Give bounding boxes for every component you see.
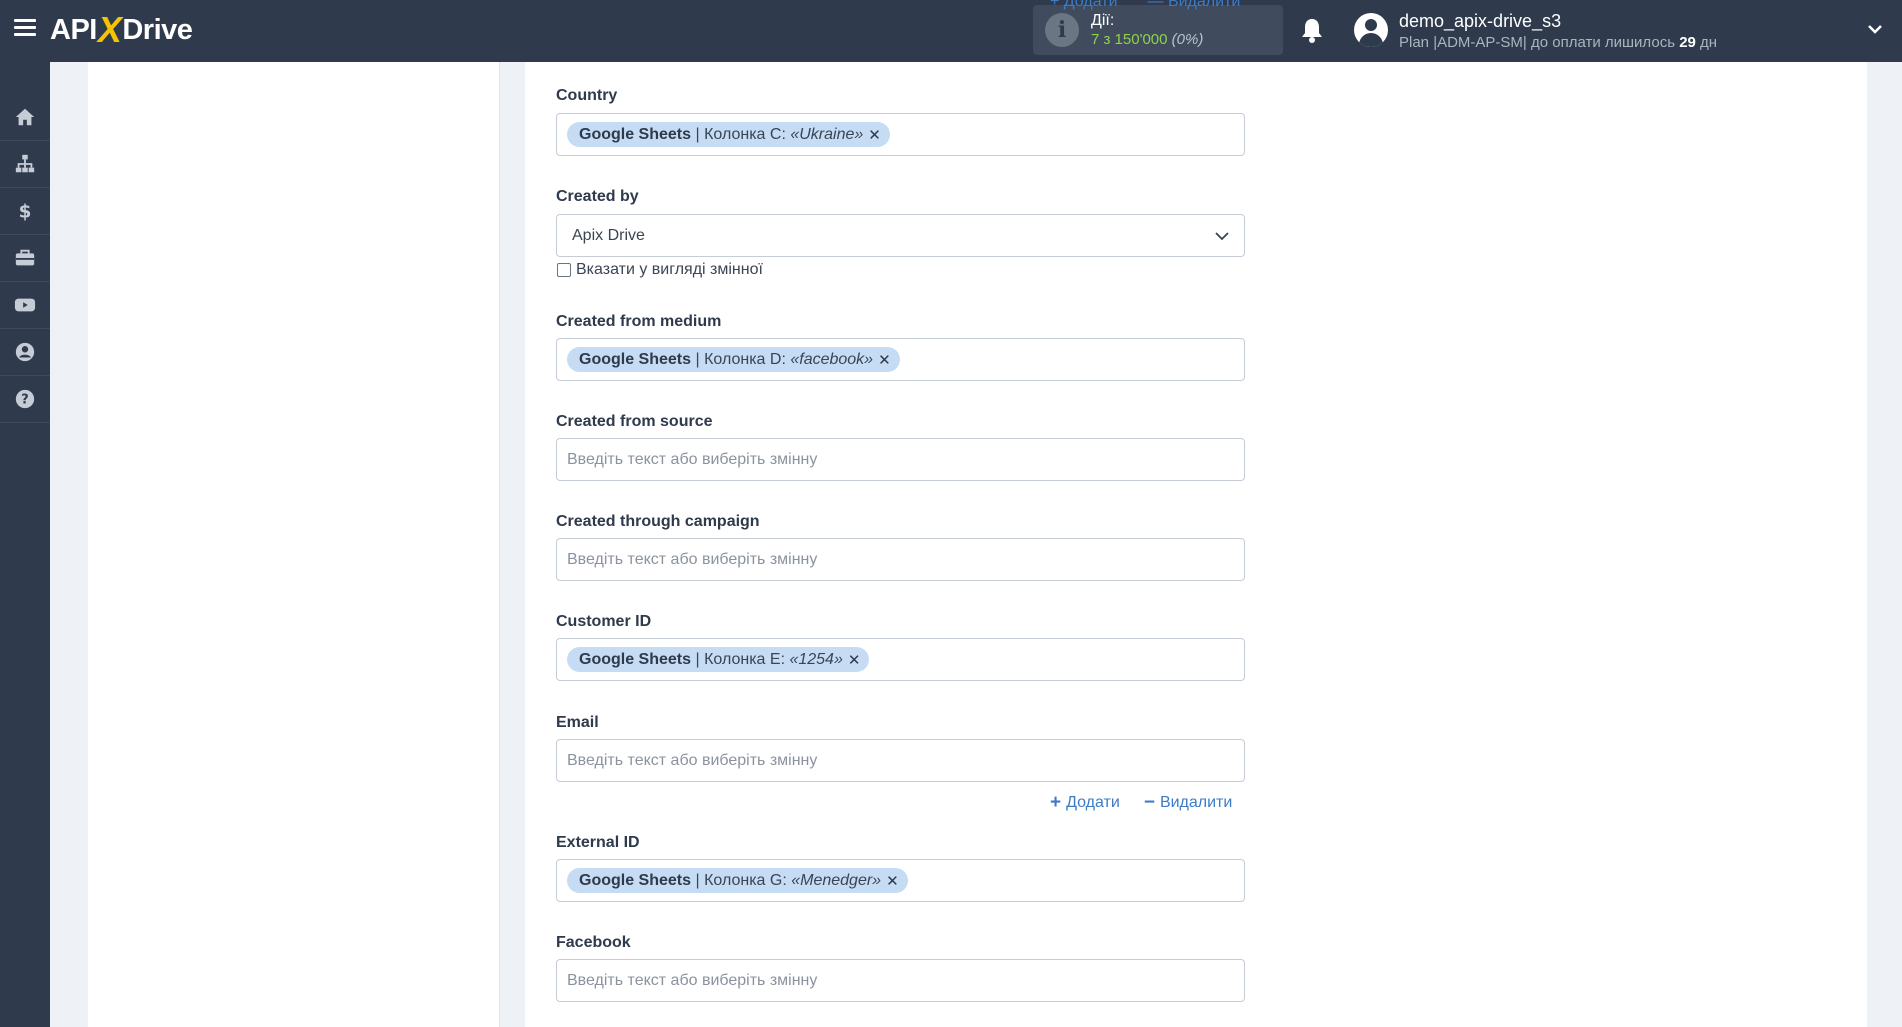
placeholder-text: Введіть текст або виберіть змінну bbox=[567, 550, 818, 568]
as-variable-row: Вказати у вигляді змінної bbox=[557, 261, 763, 279]
country-field[interactable]: Google Sheets | Колонка C: «Ukraine» ✕ bbox=[556, 113, 1245, 156]
days-unit: дн bbox=[1700, 34, 1718, 51]
email-field[interactable]: Введіть текст або виберіть змінну bbox=[556, 739, 1245, 782]
created-from-medium-field[interactable]: Google Sheets | Колонка D: «facebook» ✕ bbox=[556, 338, 1245, 381]
actions-count: 7 з 150'000 (0%) bbox=[1091, 30, 1203, 49]
tag-source: Google Sheets bbox=[579, 650, 692, 668]
plan-text: Plan |ADM-AP-SM| до оплати лишилось bbox=[1399, 34, 1676, 51]
avatar-icon[interactable] bbox=[1354, 13, 1388, 47]
variable-tag[interactable]: Google Sheets | Колонка C: «Ukraine» ✕ bbox=[567, 122, 890, 147]
youtube-icon[interactable] bbox=[0, 282, 50, 329]
top-bar: API X Drive i Дії: 7 з 150'000 (0%) demo_a… bbox=[0, 0, 1902, 62]
close-icon[interactable]: ✕ bbox=[878, 351, 891, 369]
variable-tag[interactable]: Google Sheets | Колонка D: «facebook» ✕ bbox=[567, 347, 900, 372]
created-through-campaign-label: Created through campaign bbox=[556, 513, 760, 530]
menu-burger-icon[interactable] bbox=[14, 19, 36, 37]
close-icon[interactable]: ✕ bbox=[886, 872, 899, 890]
variable-tag[interactable]: Google Sheets | Колонка E: «1254» ✕ bbox=[567, 647, 870, 672]
logo-text-drive: Drive bbox=[122, 13, 193, 46]
user-name[interactable]: demo_apix-drive_s3 bbox=[1399, 11, 1561, 32]
chevron-down-icon bbox=[1215, 232, 1229, 241]
top-add-link[interactable]: + Додати bbox=[1050, 0, 1118, 11]
remove-button[interactable]: − Видалити bbox=[1143, 792, 1233, 813]
customer-id-field[interactable]: Google Sheets | Колонка E: «1254» ✕ bbox=[556, 638, 1245, 681]
sitemap-icon[interactable] bbox=[0, 141, 50, 188]
created-through-campaign-field[interactable]: Введіть текст або виберіть змінну bbox=[556, 538, 1245, 581]
created-by-label: Created by bbox=[556, 188, 639, 205]
logo-text-x: X bbox=[97, 9, 122, 50]
email-label: Email bbox=[556, 714, 599, 731]
days-left: 29 bbox=[1679, 34, 1696, 51]
actions-label: Дії: bbox=[1091, 12, 1115, 29]
home-icon[interactable] bbox=[0, 94, 50, 141]
svg-text:?: ? bbox=[21, 393, 28, 408]
remove-label: Видалити bbox=[1159, 794, 1233, 811]
tag-source: Google Sheets bbox=[579, 871, 692, 889]
top-remove-link[interactable]: — Видалити bbox=[1148, 0, 1241, 11]
tag-column: | Колонка C: bbox=[691, 125, 791, 143]
external-id-field[interactable]: Google Sheets | Колонка G: «Menedger» ✕ bbox=[556, 859, 1245, 902]
email-actions: + Додати − Видалити bbox=[1050, 792, 1233, 813]
placeholder-text: Введіть текст або виберіть змінну bbox=[567, 971, 818, 989]
dollar-icon[interactable]: $ bbox=[0, 188, 50, 235]
add-button[interactable]: + Додати bbox=[1050, 792, 1120, 813]
created-from-source-field[interactable]: Введіть текст або виберіть змінну bbox=[556, 438, 1245, 481]
close-icon[interactable]: ✕ bbox=[868, 126, 881, 144]
created-from-source-label: Created from source bbox=[556, 413, 713, 430]
tag-column: | Колонка D: bbox=[691, 350, 791, 368]
placeholder-text: Введіть текст або виберіть змінну bbox=[567, 450, 818, 468]
facebook-field[interactable]: Введіть текст або виберіть змінну bbox=[556, 959, 1245, 1002]
plus-icon: + bbox=[1050, 792, 1062, 813]
logo-text-api: API bbox=[50, 13, 97, 46]
minus-icon: − bbox=[1143, 792, 1155, 813]
created-by-select[interactable]: Apix Drive bbox=[556, 214, 1245, 257]
chevron-down-icon[interactable] bbox=[1868, 22, 1882, 36]
actions-count-percent: (0%) bbox=[1171, 31, 1204, 48]
add-label: Додати bbox=[1066, 794, 1120, 811]
tag-value: «1254» bbox=[789, 650, 843, 668]
external-id-label: External ID bbox=[556, 834, 640, 851]
variable-tag[interactable]: Google Sheets | Колонка G: «Menedger» ✕ bbox=[567, 868, 908, 893]
apixdrive-logo[interactable]: API X Drive bbox=[50, 9, 193, 50]
sidebar: $ ? bbox=[0, 62, 50, 1027]
left-panel bbox=[88, 62, 500, 1027]
placeholder-text: Введіть текст або виберіть змінну bbox=[567, 751, 818, 769]
customer-id-label: Customer ID bbox=[556, 613, 652, 630]
tag-column: | Колонка G: bbox=[691, 871, 792, 889]
tag-source: Google Sheets bbox=[579, 125, 692, 143]
actions-count-value: 7 з 150'000 bbox=[1091, 31, 1168, 48]
facebook-label: Facebook bbox=[556, 934, 631, 951]
briefcase-icon[interactable] bbox=[0, 235, 50, 282]
user-circle-icon[interactable] bbox=[0, 329, 50, 376]
actions-counter[interactable]: i Дії: 7 з 150'000 (0%) bbox=[1033, 5, 1283, 55]
tag-value: «Menedger» bbox=[791, 871, 882, 889]
close-icon[interactable]: ✕ bbox=[848, 651, 861, 669]
country-label: Country bbox=[556, 87, 618, 104]
created-by-selected: Apix Drive bbox=[572, 226, 645, 244]
top-partial-links: + Додати — Видалити bbox=[1050, 0, 1240, 11]
as-variable-checkbox[interactable] bbox=[557, 263, 571, 277]
created-from-medium-label: Created from medium bbox=[556, 313, 722, 330]
user-plan: Plan |ADM-AP-SM| до оплати лишилось 29 д… bbox=[1399, 34, 1717, 51]
tag-value: «facebook» bbox=[790, 350, 874, 368]
svg-text:$: $ bbox=[19, 201, 32, 222]
tag-column: | Колонка E: bbox=[691, 650, 790, 668]
tag-source: Google Sheets bbox=[579, 350, 692, 368]
bell-icon[interactable] bbox=[1300, 17, 1324, 43]
as-variable-label[interactable]: Вказати у вигляді змінної bbox=[576, 261, 763, 279]
tag-value: «Ukraine» bbox=[790, 125, 864, 143]
help-icon[interactable]: ? bbox=[0, 376, 50, 423]
info-icon: i bbox=[1045, 13, 1079, 47]
